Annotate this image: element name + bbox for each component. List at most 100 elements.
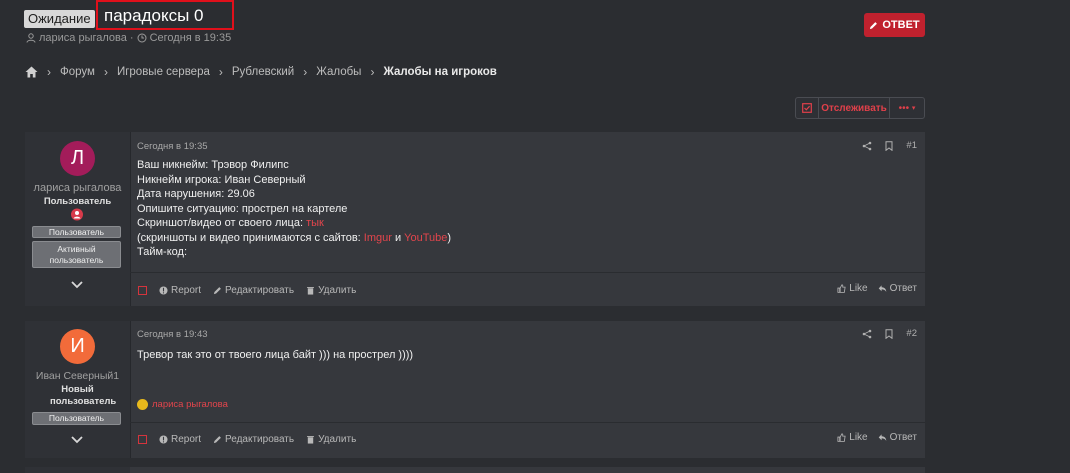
chevron-down-icon[interactable] bbox=[69, 434, 85, 446]
delete-button[interactable]: Удалить bbox=[306, 285, 356, 296]
report-label: Report bbox=[171, 285, 202, 296]
select-post-checkbox[interactable] bbox=[138, 286, 147, 295]
chevron-right-icon: › bbox=[370, 65, 375, 79]
user-badge-user: Пользователь bbox=[32, 412, 121, 425]
reply-button[interactable]: ОТВЕТ bbox=[864, 13, 925, 37]
reply-icon bbox=[878, 434, 886, 441]
report-label: Report bbox=[171, 434, 202, 445]
post-user-panel bbox=[25, 467, 130, 473]
video-label: Скриншот/видео от своего лица: bbox=[137, 217, 307, 229]
thread-date-link[interactable]: Сегодня в 19:35 bbox=[150, 32, 232, 44]
report-icon bbox=[159, 435, 168, 444]
select-post-checkbox[interactable] bbox=[138, 435, 147, 444]
post-actions-right: Like Ответ bbox=[837, 432, 917, 443]
breadcrumb-item-complaints[interactable]: Жалобы bbox=[316, 66, 361, 78]
edit-label: Редактировать bbox=[225, 285, 295, 296]
like-label: Like bbox=[849, 283, 868, 294]
imgur-link[interactable]: Imgur bbox=[364, 232, 392, 244]
post-tools: #1 bbox=[862, 140, 917, 151]
chevron-right-icon: › bbox=[47, 65, 51, 79]
youtube-link[interactable]: YouTube bbox=[404, 232, 447, 244]
chevron-right-icon: › bbox=[103, 65, 108, 79]
share-icon[interactable] bbox=[862, 141, 872, 151]
breadcrumb-item-player-complaints[interactable]: Жалобы на игроков bbox=[383, 66, 496, 78]
edit-button[interactable]: Редактировать bbox=[213, 285, 294, 296]
post-line: (скриншоты и видео принимаются с сайтов:… bbox=[137, 231, 451, 246]
post-line: Ваш никнейм: Трэвор Филипс bbox=[137, 159, 289, 171]
delete-label: Удалить bbox=[318, 434, 357, 445]
like-button[interactable]: Like bbox=[837, 283, 868, 294]
more-dots: ••• bbox=[898, 102, 910, 114]
edit-label: Редактировать bbox=[225, 434, 295, 445]
thread-meta: лариса рыгалова · Сегодня в 19:35 bbox=[26, 32, 231, 44]
meta-separator: · bbox=[129, 32, 134, 44]
post-actions-left: Report Редактировать Удалить bbox=[138, 285, 356, 296]
report-button[interactable]: Report bbox=[159, 434, 201, 445]
post-date-link[interactable]: Сегодня в 19:43 bbox=[137, 329, 208, 340]
quote-reply-button[interactable]: Ответ bbox=[878, 432, 917, 443]
hosts-prefix: (скриншоты и видео принимаются с сайтов: bbox=[137, 231, 364, 244]
user-icon bbox=[26, 33, 36, 43]
post-2: И Иван Северный1 Новый пользователь Поль… bbox=[25, 321, 925, 458]
caret-down-icon: ▾ bbox=[911, 105, 916, 112]
reaction-emoji-icon bbox=[137, 399, 148, 410]
post-line: Дата нарушения: 29.06 bbox=[137, 188, 255, 200]
report-button[interactable]: Report bbox=[159, 285, 201, 296]
hosts-suffix: ) bbox=[447, 231, 452, 244]
home-icon[interactable] bbox=[25, 66, 38, 78]
likes-bar: лариса рыгалова bbox=[137, 399, 228, 410]
trash-icon bbox=[307, 287, 315, 295]
more-options-button[interactable]: ••• ▾ bbox=[890, 98, 924, 118]
like-button[interactable]: Like bbox=[837, 432, 868, 443]
chevron-right-icon: › bbox=[218, 65, 223, 79]
post-number-link[interactable]: #1 bbox=[906, 140, 917, 151]
thread-prefix-badge[interactable]: Ожидание bbox=[24, 10, 95, 28]
avatar[interactable]: И bbox=[60, 329, 95, 364]
user-award-icon bbox=[71, 208, 83, 221]
delete-label: Удалить bbox=[318, 285, 357, 296]
bookmark-icon[interactable] bbox=[884, 328, 894, 339]
username-link[interactable]: лариса рыгалова bbox=[25, 182, 130, 194]
select-checkbox[interactable] bbox=[796, 98, 819, 118]
thumbs-up-icon bbox=[837, 284, 846, 293]
breadcrumb-item-game-servers[interactable]: Игровые сервера bbox=[117, 66, 210, 78]
reply-icon bbox=[878, 285, 886, 292]
edit-button[interactable]: Редактировать bbox=[213, 434, 294, 445]
post-footer: Report Редактировать Удалить Like Ответ bbox=[130, 422, 925, 459]
post-actions-left: Report Редактировать Удалить bbox=[138, 434, 356, 445]
thumbs-up-icon bbox=[837, 433, 846, 442]
post-date-link[interactable]: Сегодня в 19:35 bbox=[137, 141, 208, 152]
liked-by-link[interactable]: лариса рыгалова bbox=[152, 399, 228, 410]
user-title: Новый пользователь bbox=[50, 384, 117, 407]
chevron-down-icon[interactable] bbox=[69, 279, 85, 291]
quote-reply-button[interactable]: Ответ bbox=[878, 283, 917, 294]
username-link[interactable]: Иван Северный1 bbox=[25, 370, 130, 382]
user-title: Пользователь bbox=[43, 196, 112, 207]
share-icon[interactable] bbox=[862, 329, 872, 339]
reply-label: Ответ bbox=[889, 283, 917, 294]
post-line: Скриншот/видео от своего лица: тык bbox=[137, 216, 451, 231]
watch-button[interactable]: Отслеживать bbox=[819, 98, 890, 118]
bookmark-icon[interactable] bbox=[884, 140, 894, 151]
checkbox-check-icon bbox=[802, 103, 812, 113]
delete-button[interactable]: Удалить bbox=[306, 434, 356, 445]
post-content: Тревор так это от твоего лица байт ))) н… bbox=[137, 348, 413, 363]
pencil-icon bbox=[213, 436, 221, 444]
breadcrumb-item-rublevsky[interactable]: Рублевский bbox=[232, 66, 294, 78]
report-icon bbox=[159, 286, 168, 295]
post-tools: #2 bbox=[862, 328, 917, 339]
like-label: Like bbox=[849, 432, 868, 443]
post-number-link[interactable]: #2 bbox=[906, 328, 917, 339]
thread-actions-bar: Отслеживать ••• ▾ bbox=[795, 97, 925, 119]
breadcrumb: › Форум › Игровые сервера › Рублевский ›… bbox=[25, 65, 497, 79]
post-1: Л лариса рыгалова Пользователь Пользоват… bbox=[25, 132, 925, 306]
chevron-right-icon: › bbox=[303, 65, 308, 79]
breadcrumb-item-forum[interactable]: Форум bbox=[60, 66, 95, 78]
user-badge-user: Пользователь bbox=[32, 226, 121, 238]
thread-author-link[interactable]: лариса рыгалова bbox=[39, 32, 127, 44]
pencil-icon bbox=[213, 287, 221, 295]
post-line: Тайм-код: bbox=[137, 246, 187, 258]
avatar[interactable]: Л bbox=[60, 141, 95, 176]
post-footer: Report Редактировать Удалить Like Ответ bbox=[130, 272, 925, 307]
video-link[interactable]: тык bbox=[306, 217, 324, 229]
